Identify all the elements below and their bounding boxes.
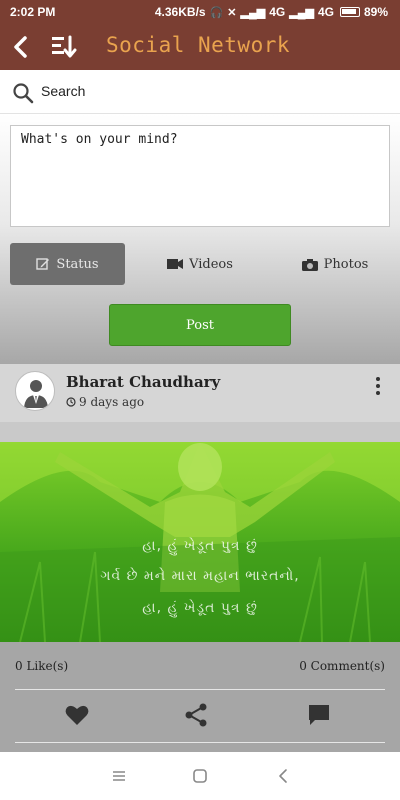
comments-count[interactable]: 0 Comment(s) [299,659,385,673]
network-type-2: 4G [317,5,334,19]
back-arrow-icon[interactable] [10,35,32,59]
image-text-line-2: ગર્વ છે મને મારા મહાન ભારતનો, [100,568,300,584]
avatar[interactable] [15,371,55,411]
user-avatar-icon [24,380,48,408]
post-button[interactable]: Post [109,304,291,346]
mute-icon: ✕ [227,6,237,19]
post-time-label: 9 days ago [79,395,145,409]
signal-icon-2: ▂▄▆ [289,6,314,19]
post-separator [0,422,400,442]
battery-level: 89% [363,5,388,19]
status-bar: 2:02 PM 4.36KB/s 🎧 ✕ ▂▄▆ 4G ▂▄▆ 4G 89% [0,0,400,24]
media-tabs: Status Videos Photos [10,243,390,285]
tab-status[interactable]: Status [10,243,125,285]
tab-videos-label: Videos [189,256,233,272]
post-footer: 0 Like(s) 0 Comment(s) [0,642,400,752]
edit-icon [36,258,50,270]
post-author[interactable]: Bharat Chaudhary [66,373,220,391]
post-header: Bharat Chaudhary 9 days ago [0,364,400,422]
comment-icon[interactable] [306,702,332,728]
battery-icon [339,7,360,17]
compose-area: What's on your mind? Status Videos Photo… [0,114,400,364]
status-input[interactable]: What's on your mind? [10,125,390,227]
divider [15,689,385,690]
system-nav-bar [0,752,400,800]
camera-icon [301,258,318,271]
search-bar[interactable]: Search [0,70,400,114]
app-bar: Social Network [0,24,400,70]
divider-bottom [15,742,385,743]
image-text-line-3: હા, હું ખેડૂત પુત્ર છું [142,600,258,616]
tab-photos[interactable]: Photos [280,243,390,285]
tab-status-label: Status [56,256,99,272]
clock-icon [66,397,76,407]
sort-icon[interactable] [50,34,78,60]
app-title: Social Network [106,33,291,57]
post-time: 9 days ago [66,395,144,409]
tab-photos-label: Photos [323,256,369,272]
status-time: 2:02 PM [10,5,56,19]
recent-apps-icon[interactable] [110,767,128,785]
status-indicators: 4.36KB/s 🎧 ✕ ▂▄▆ 4G ▂▄▆ 4G 89% [155,5,388,19]
search-label: Search [41,83,86,99]
network-speed: 4.36KB/s [154,5,206,19]
home-icon[interactable] [191,767,209,785]
share-icon[interactable] [183,702,209,728]
headset-icon: 🎧 [209,6,224,19]
screen: 2:02 PM 4.36KB/s 🎧 ✕ ▂▄▆ 4G ▂▄▆ 4G 89% S… [0,0,400,800]
search-icon [13,83,34,104]
tab-videos[interactable]: Videos [140,243,260,285]
back-icon[interactable] [275,767,293,785]
image-text-line-1: હા, હું ખેડૂત પુત્ર છું [142,538,258,554]
signal-icon: ▂▄▆ [240,6,266,19]
likes-count[interactable]: 0 Like(s) [15,659,68,673]
heart-icon[interactable] [64,702,90,728]
network-type-1: 4G [269,5,286,19]
more-options-icon[interactable] [371,376,385,396]
video-camera-icon [167,259,184,269]
post-image[interactable]: હા, હું ખેડૂત પુત્ર છું ગર્વ છે મને મારા… [0,442,400,642]
